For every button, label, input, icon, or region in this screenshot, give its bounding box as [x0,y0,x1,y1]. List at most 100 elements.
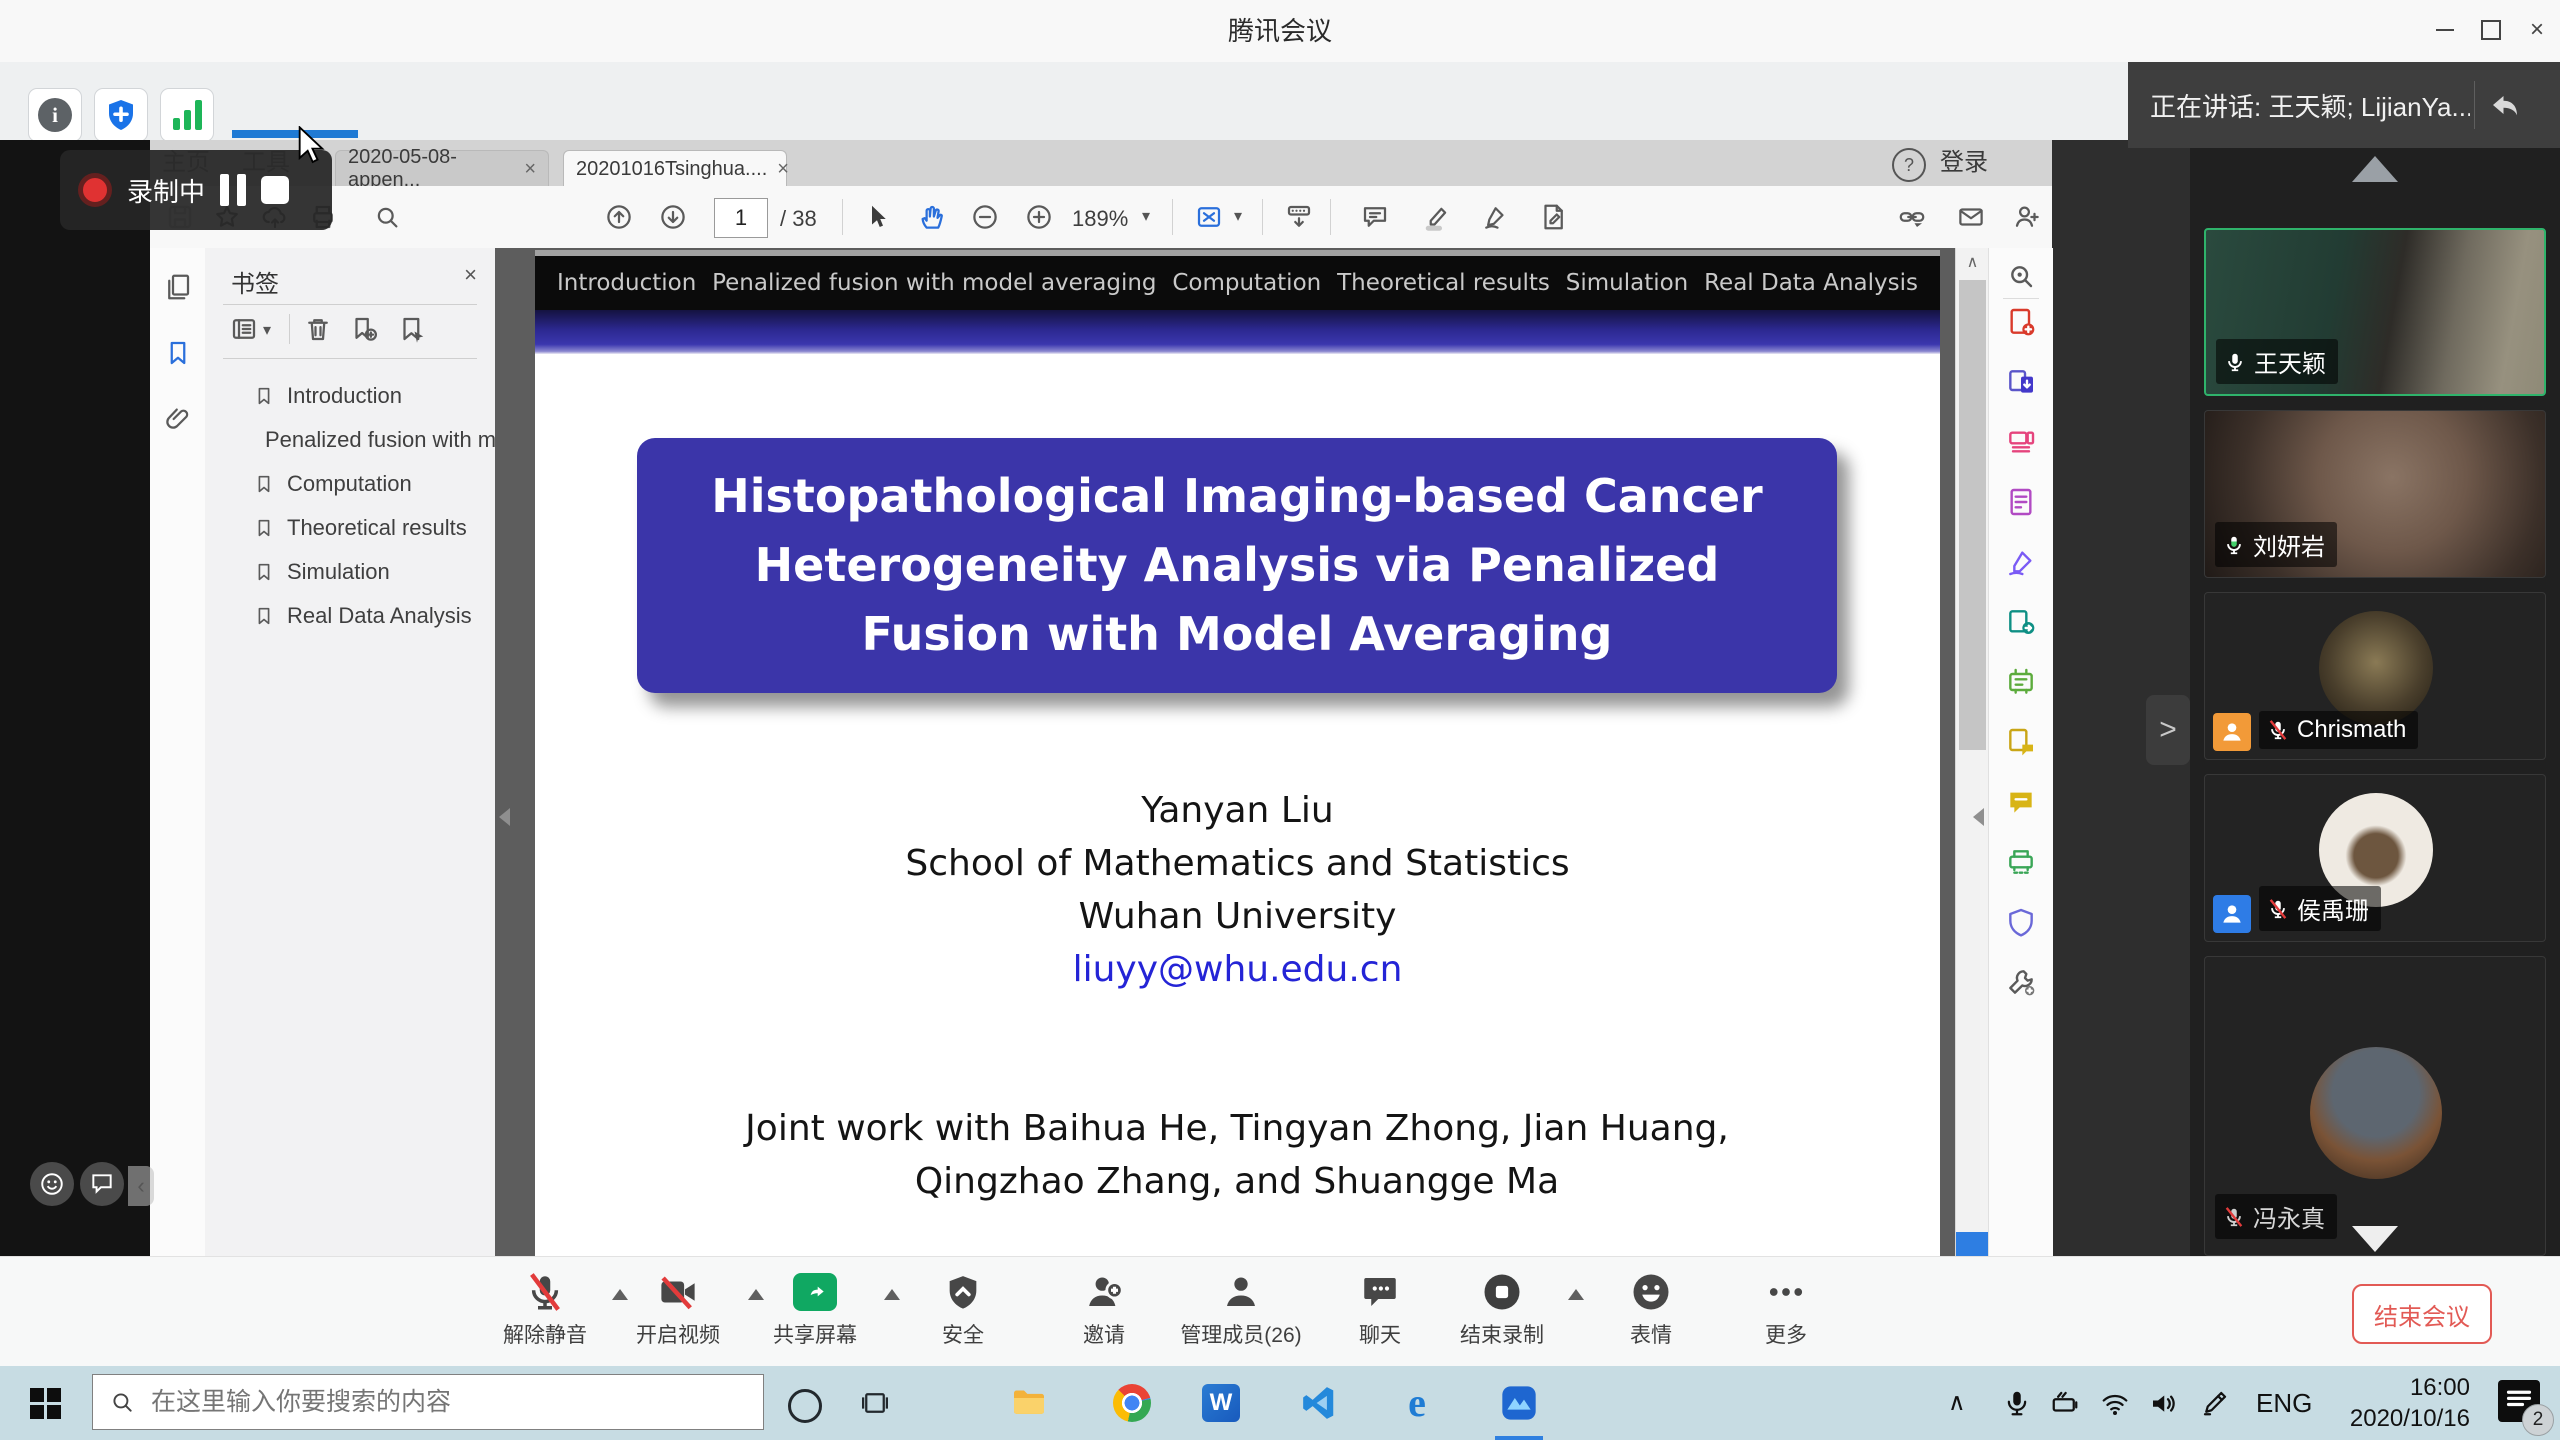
participant-tile[interactable]: 冯永真 [2204,956,2546,1256]
person-add-icon[interactable] [2012,202,2042,232]
tray-pen-icon[interactable] [2200,1388,2230,1418]
close-button[interactable]: × [2514,0,2560,60]
request-comments-icon[interactable] [2005,726,2037,758]
fill-sign-icon[interactable] [2005,546,2037,578]
tray-language[interactable]: ENG [2256,1366,2312,1440]
share-screen-button[interactable]: 共享屏幕 [740,1269,890,1349]
zoom-in-icon[interactable] [1024,202,1054,232]
page-number-input[interactable]: 1 [714,198,768,238]
edit-pdf-icon[interactable] [2005,426,2037,458]
file-explorer-icon[interactable] [1007,1381,1051,1425]
participant-tile[interactable]: 侯禹珊 [2204,774,2546,942]
page-thumbnails-icon[interactable] [163,272,193,302]
page-edit-icon[interactable] [1538,202,1568,232]
document-scrollbar[interactable]: ∧ [1955,248,1989,1256]
participant-tile[interactable]: Chrismath [2204,592,2546,760]
ie-icon[interactable]: e [1395,1381,1439,1425]
document-tab-active[interactable]: 20201016Tsinghua.... × [563,150,787,187]
meeting-info-button[interactable]: i [28,88,82,142]
create-form-icon[interactable] [2005,486,2037,518]
panel-expand-button[interactable]: > [2146,695,2190,765]
sign-icon[interactable] [1480,202,1510,232]
add-bookmark-icon[interactable] [349,314,379,344]
bookmarks-panel-icon[interactable] [163,338,193,368]
next-page-icon[interactable] [658,202,688,232]
collapse-rail-icon[interactable] [1973,808,1984,826]
highlighter-icon[interactable] [1422,202,1452,232]
start-video-button[interactable]: 开启视频 [603,1269,753,1349]
search-input[interactable] [149,1387,713,1418]
minimize-button[interactable] [2422,0,2468,60]
end-meeting-button[interactable]: 结束会议 [2352,1284,2492,1344]
tray-expand-icon[interactable]: ∧ [1948,1366,1966,1440]
bookmark-options-caret-icon[interactable]: ▾ [263,320,271,340]
tencent-meeting-icon[interactable] [1497,1381,1541,1425]
taskbar-search[interactable] [92,1374,764,1430]
print-production-icon[interactable] [2005,846,2037,878]
tab-close-icon[interactable]: × [777,158,789,181]
collapse-left-panel-icon[interactable] [499,808,510,826]
network-signal-button[interactable] [160,88,214,142]
reply-arrow-icon[interactable] [2487,87,2523,123]
bookmark-options-icon[interactable] [229,314,259,344]
stop-recording-button[interactable]: 结束录制 [1427,1269,1577,1349]
search-icon[interactable] [372,202,402,232]
document-tab[interactable]: 2020-05-08-appen... × [335,150,549,187]
help-button[interactable]: ? [1892,148,1926,182]
chrome-icon[interactable] [1110,1381,1154,1425]
fit-page-icon[interactable] [1194,202,1224,232]
previous-page-icon[interactable] [604,202,634,232]
pause-recording-button[interactable] [220,174,246,206]
tab-close-icon[interactable]: × [524,158,536,181]
link-icon[interactable] [1897,202,1927,232]
bookmark-item[interactable]: Theoretical results [205,506,495,550]
invite-button[interactable]: 邀请 [1029,1269,1179,1349]
security-button[interactable]: 安全 [888,1269,1038,1349]
scroll-participants-down-icon[interactable] [2352,1226,2398,1252]
scan-ocr-icon[interactable] [2005,666,2037,698]
bookmark-item[interactable]: Real Data Analysis [205,594,495,638]
more-button[interactable]: 更多 [1711,1269,1861,1349]
participant-tile[interactable]: 王天颖 [2204,228,2546,396]
vscode-icon[interactable] [1297,1381,1341,1425]
quick-chat-button[interactable] [80,1162,124,1206]
tray-clock[interactable]: 16:00 2020/10/16 [2330,1372,2470,1434]
word-icon[interactable]: W [1199,1381,1243,1425]
comment-icon[interactable] [1360,202,1390,232]
tray-volume-icon[interactable] [2148,1388,2178,1418]
more-tools-icon[interactable] [2005,966,2037,998]
send-for-review-icon[interactable] [2005,606,2037,638]
quick-emoji-button[interactable] [30,1162,74,1206]
participant-tile[interactable]: 刘妍岩 [2204,410,2546,578]
delete-bookmark-icon[interactable] [303,314,333,344]
zoom-level[interactable]: 189% [1072,206,1128,232]
cortana-icon[interactable] [788,1389,822,1423]
bookmarks-close-icon[interactable]: × [464,262,477,288]
bookmark-item[interactable]: Introduction [205,374,495,418]
create-pdf-icon[interactable] [2005,306,2037,338]
manage-members-button[interactable]: 管理成员(26) [1166,1269,1316,1349]
scroll-up-icon[interactable]: ∧ [1956,248,1989,278]
zoom-caret-icon[interactable]: ▾ [1142,206,1150,226]
slide-email-link[interactable]: liuyy@whu.edu.cn [535,943,1940,996]
tray-battery-icon[interactable] [2050,1388,2080,1418]
goto-bookmark-icon[interactable] [397,314,427,344]
stop-recording-button[interactable] [261,176,289,204]
export-pdf-icon[interactable] [2005,366,2037,398]
scrollbar-thumb[interactable] [1959,280,1986,750]
hand-tool-icon[interactable] [916,202,946,232]
zoom-out-icon[interactable] [970,202,1000,232]
bookmark-item[interactable]: Computation [205,462,495,506]
login-button[interactable]: 登录 [1940,140,1988,186]
unmute-button[interactable]: 解除静音 [470,1269,620,1349]
attachments-icon[interactable] [163,404,193,434]
emoji-button[interactable]: 表情 [1576,1269,1726,1349]
quick-panel-collapse-handle[interactable]: ‹ [128,1166,154,1206]
start-button[interactable] [16,1366,74,1440]
bookmark-item[interactable]: Penalized fusion with mode [205,418,495,462]
search-tools-icon[interactable] [2005,260,2037,292]
email-icon[interactable] [1956,202,1986,232]
comment-tool-icon[interactable] [2005,786,2037,818]
meeting-security-button[interactable] [94,88,148,142]
protect-icon[interactable] [2005,906,2037,938]
